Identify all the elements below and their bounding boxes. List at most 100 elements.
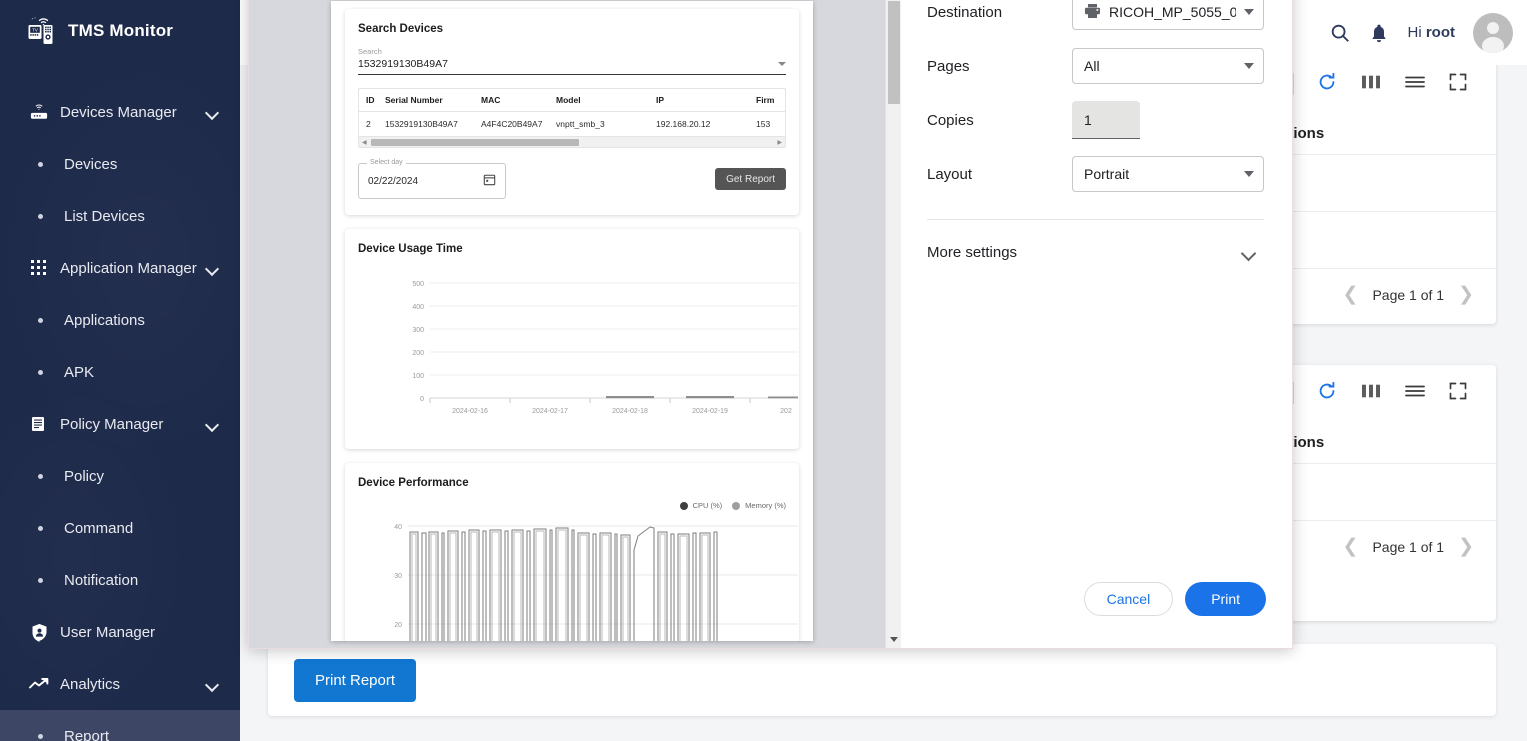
- scroll-right-arrow[interactable]: ▶: [777, 139, 782, 146]
- sidebar-item-label: Notification: [64, 571, 139, 589]
- list-icon[interactable]: [1404, 73, 1426, 96]
- cell-model: vnptt_smb_3: [556, 119, 605, 129]
- destination-value: RICOH_MP_5055_0026: [1109, 4, 1236, 20]
- sidebar-item-policy[interactable]: Policy: [0, 450, 240, 502]
- layout-select[interactable]: Portrait: [1072, 156, 1264, 192]
- column-header-id: ID: [359, 89, 385, 112]
- svg-text:30: 30: [394, 573, 402, 580]
- chart-legend: CPU (%) Memory (%): [358, 501, 786, 510]
- columns-icon[interactable]: [1360, 73, 1382, 96]
- refresh-icon[interactable]: [1316, 380, 1338, 407]
- sidebar-item-list-devices[interactable]: List Devices: [0, 190, 240, 242]
- prev-page-button[interactable]: ❮: [1343, 535, 1359, 558]
- user-greeting: Hi root: [1407, 24, 1455, 41]
- preview-vertical-scrollbar[interactable]: [885, 0, 901, 648]
- legend-item-memory[interactable]: Memory (%): [732, 501, 786, 510]
- setting-label: Copies: [927, 111, 974, 129]
- column-header-mac: MAC: [481, 89, 556, 112]
- print-button[interactable]: Print: [1185, 582, 1266, 616]
- setting-layout: Layout Portrait: [927, 147, 1264, 201]
- bullet-icon: [38, 213, 43, 219]
- select-day-input[interactable]: Select day 02/22/2024: [358, 159, 506, 199]
- copies-input[interactable]: 1: [1072, 101, 1140, 139]
- chevron-down-icon[interactable]: [206, 680, 240, 688]
- card-title: Device Performance: [358, 477, 469, 489]
- chevron-down-icon[interactable]: [206, 420, 240, 428]
- svg-text:40: 40: [394, 524, 402, 531]
- sidebar-item-analytics[interactable]: Analytics: [0, 658, 240, 710]
- cancel-button[interactable]: Cancel: [1083, 582, 1174, 616]
- sidebar-item-user-manager[interactable]: User Manager: [0, 606, 240, 658]
- sidebar-item-applications[interactable]: Applications: [0, 294, 240, 346]
- print-settings-pane: Destination RICOH_MP_5055_0026: [901, 0, 1292, 648]
- sidebar-item-label: Policy Manager: [60, 415, 164, 433]
- column-header-model: Model: [556, 89, 656, 112]
- preview-device-usage-card: Device Usage Time 500 400 300 200 100 0 …: [345, 229, 799, 449]
- search-icon[interactable]: [1329, 22, 1351, 44]
- search-field-label: Search: [358, 47, 382, 56]
- table-row[interactable]: 2 1532919130B49A7 A4F4C20B49A7 vnptt_smb…: [359, 112, 785, 137]
- chevron-down-icon[interactable]: [778, 62, 786, 66]
- brand[interactable]: TV TMS Monitor: [0, 0, 240, 62]
- sidebar-item-notification[interactable]: Notification: [0, 554, 240, 606]
- destination-select[interactable]: RICOH_MP_5055_0026: [1072, 0, 1264, 30]
- print-report-button[interactable]: Print Report: [294, 658, 417, 702]
- svg-text:300: 300: [412, 327, 424, 334]
- setting-pages: Pages All: [927, 39, 1264, 93]
- prev-page-button[interactable]: ❮: [1343, 283, 1359, 306]
- legend-label: Memory (%): [745, 501, 786, 510]
- calendar-icon[interactable]: [483, 173, 496, 189]
- next-page-button[interactable]: ❯: [1458, 535, 1474, 558]
- page-indicator: Page 1 of 1: [1372, 286, 1445, 303]
- chevron-down-icon[interactable]: [1242, 248, 1256, 257]
- sidebar-item-command[interactable]: Command: [0, 502, 240, 554]
- setting-label: Layout: [927, 165, 973, 183]
- page-indicator: Page 1 of 1: [1372, 538, 1445, 555]
- search-input[interactable]: 1532919130B49A7: [358, 58, 786, 75]
- print-dialog: Search Devices Search 1532919130B49A7 ID…: [248, 0, 1293, 649]
- bell-icon[interactable]: [1369, 22, 1389, 44]
- scrollbar-thumb[interactable]: [888, 1, 900, 104]
- sidebar-item-application-manager[interactable]: Application Manager: [0, 242, 240, 294]
- printer-icon: [1084, 3, 1101, 22]
- sidebar-item-label: User Manager: [60, 623, 156, 641]
- avatar[interactable]: [1473, 12, 1513, 53]
- svg-text:2024-02-19: 2024-02-19: [692, 408, 728, 415]
- chevron-down-icon[interactable]: [1244, 9, 1254, 15]
- refresh-icon[interactable]: [1316, 71, 1338, 98]
- scroll-down-arrow[interactable]: [890, 637, 898, 642]
- fullscreen-icon[interactable]: [1448, 381, 1468, 406]
- chevron-down-icon[interactable]: [1244, 171, 1254, 177]
- sidebar-item-devices[interactable]: Devices: [0, 138, 240, 190]
- shield-user-icon: [28, 623, 50, 642]
- list-icon[interactable]: [1404, 382, 1426, 405]
- policy-document-icon: [28, 415, 50, 433]
- sidebar-item-devices-manager[interactable]: Devices Manager: [0, 86, 240, 138]
- sidebar-item-report[interactable]: Report: [0, 710, 240, 741]
- fullscreen-icon[interactable]: [1448, 72, 1468, 97]
- card-title: Device Usage Time: [358, 243, 463, 255]
- legend-item-cpu[interactable]: CPU (%): [679, 501, 722, 510]
- sidebar-item-label: Command: [64, 519, 134, 537]
- setting-label: Pages: [927, 57, 970, 75]
- table-horizontal-scrollbar[interactable]: ◀ ▶: [359, 136, 785, 147]
- chevron-down-icon[interactable]: [1244, 63, 1254, 69]
- next-page-button[interactable]: ❯: [1458, 283, 1474, 306]
- devices-table: ID Serial Number MAC Model IP Firm 2 153…: [358, 88, 786, 148]
- columns-icon[interactable]: [1360, 382, 1382, 405]
- select-day-value: 02/22/2024: [368, 175, 419, 187]
- pages-select[interactable]: All: [1072, 48, 1264, 84]
- date-and-action-row: Select day 02/22/2024 Get Report: [358, 159, 786, 199]
- pages-value: All: [1084, 58, 1100, 74]
- sidebar-item-apk[interactable]: APK: [0, 346, 240, 398]
- sidebar-item-policy-manager[interactable]: Policy Manager: [0, 398, 240, 450]
- sidebar-item-label: List Devices: [64, 207, 145, 225]
- svg-text:2024-02-17: 2024-02-17: [532, 408, 568, 415]
- scroll-left-arrow[interactable]: ◀: [362, 139, 367, 146]
- chevron-down-icon[interactable]: [206, 264, 240, 272]
- scrollbar-thumb[interactable]: [371, 139, 579, 146]
- get-report-button[interactable]: Get Report: [715, 168, 786, 190]
- setting-copies: Copies 1: [927, 93, 1264, 147]
- chevron-down-icon[interactable]: [206, 108, 240, 116]
- more-settings-toggle[interactable]: More settings: [927, 219, 1264, 285]
